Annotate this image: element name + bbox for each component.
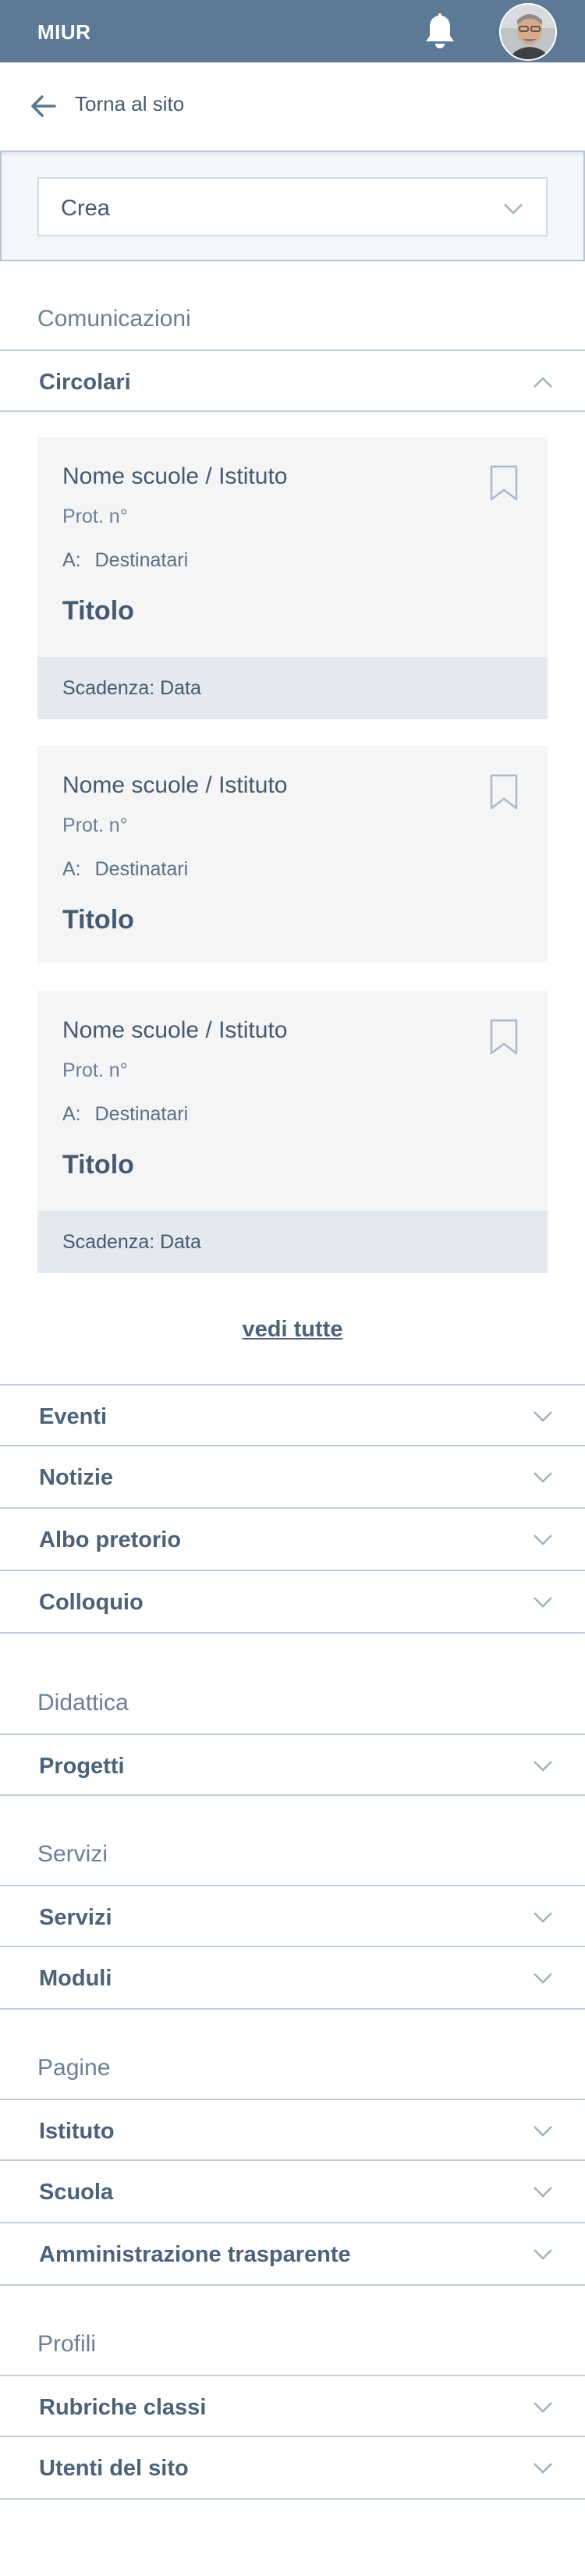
crea-select[interactable]: Crea — [37, 177, 548, 236]
vedi-tutte-link[interactable]: vedi tutte — [0, 1317, 585, 1343]
chevron-down-icon — [534, 2126, 552, 2137]
chevron-down-icon — [534, 2463, 552, 2474]
card-recipients: A: Destinatari — [62, 549, 188, 572]
bell-icon[interactable] — [421, 12, 459, 51]
section-pagine: Pagine — [37, 2055, 111, 2081]
crea-panel: Crea — [0, 151, 585, 261]
card-prot: Prot. n° — [62, 506, 128, 527]
accordion-label: Circolari — [39, 370, 131, 395]
card-recipients-prefix: A: — [62, 549, 81, 571]
card-recipients-prefix: A: — [62, 1103, 81, 1125]
section-servizi: Servizi — [37, 1841, 108, 1867]
chevron-down-icon — [504, 204, 523, 215]
accordion-label: Eventi — [39, 1404, 108, 1429]
card-deadline-label: Scadenza: Data — [62, 1231, 201, 1253]
back-label: Torna al sito — [75, 92, 185, 115]
brand-logo[interactable]: MIUR — [37, 20, 90, 44]
card-recipients-prefix: A: — [62, 858, 81, 880]
circolare-card[interactable]: Nome scuole / Istituto Prot. n° A: Destin… — [37, 437, 548, 719]
card-prot: Prot. n° — [62, 1059, 128, 1081]
chevron-down-icon — [534, 1597, 552, 1608]
card-deadline: Scadenza: Data — [37, 657, 548, 719]
accordion-utenti-del-sito[interactable]: Utenti del sito — [0, 2437, 585, 2500]
accordion-eventi[interactable]: Eventi — [0, 1384, 585, 1446]
back-to-site-link[interactable]: Torna al sito — [0, 73, 585, 136]
section-comunicazioni: Comunicazioni — [37, 306, 191, 332]
card-recipients: A: Destinatari — [62, 858, 188, 881]
chevron-down-icon — [534, 2249, 552, 2260]
accordion-colloquio[interactable]: Colloquio — [0, 1571, 585, 1634]
bookmark-icon[interactable] — [490, 774, 518, 810]
circolare-card[interactable]: Nome scuole / Istituto Prot. n° A: Destin… — [37, 991, 548, 1273]
card-prot: Prot. n° — [62, 814, 128, 836]
accordion-servizi[interactable]: Servizi — [0, 1885, 585, 1947]
card-recipients-value: Destinatari — [94, 858, 189, 880]
accordion-rubriche-classi[interactable]: Rubriche classi — [0, 2375, 585, 2437]
top-bar: MIUR — [0, 0, 585, 62]
accordion-label: Albo pretorio — [39, 1528, 182, 1552]
circolare-card[interactable]: Nome scuole / Istituto Prot. n° A: Destin… — [37, 746, 548, 963]
accordion-label: Moduli — [39, 1966, 112, 1991]
chevron-down-icon — [534, 1761, 552, 1772]
chevron-down-icon — [534, 2402, 552, 2413]
card-recipients-value: Destinatari — [94, 1103, 189, 1125]
card-school: Nome scuole / Istituto — [62, 463, 288, 489]
accordion-amministrazione-trasparente[interactable]: Amministrazione trasparente — [0, 2223, 585, 2286]
accordion-istituto[interactable]: Istituto — [0, 2099, 585, 2161]
chevron-down-icon — [534, 2187, 552, 2198]
accordion-label: Utenti del sito — [39, 2456, 189, 2481]
chevron-down-icon — [534, 1411, 552, 1422]
accordion-label: Amministrazione trasparente — [39, 2242, 351, 2267]
accordion-moduli[interactable]: Moduli — [0, 1947, 585, 2010]
chevron-down-icon — [534, 1472, 552, 1483]
accordion-notizie[interactable]: Notizie — [0, 1446, 585, 1509]
arrow-left-icon — [31, 95, 56, 117]
accordion-label: Istituto — [39, 2119, 115, 2144]
card-school: Nome scuole / Istituto — [62, 1017, 288, 1043]
card-recipients-value: Destinatari — [94, 549, 189, 571]
chevron-up-icon — [534, 377, 552, 388]
card-title: Titolo — [62, 1150, 134, 1180]
chevron-down-icon — [534, 1535, 552, 1545]
accordion-label: Scuola — [39, 2180, 114, 2205]
card-title: Titolo — [62, 596, 134, 626]
accordion-label: Progetti — [39, 1754, 125, 1779]
card-title: Titolo — [62, 905, 134, 935]
section-didattica: Didattica — [37, 1690, 129, 1716]
crea-label: Crea — [61, 196, 110, 221]
accordion-label: Notizie — [39, 1465, 114, 1490]
accordion-scuola[interactable]: Scuola — [0, 2161, 585, 2223]
accordion-albo-pretorio[interactable]: Albo pretorio — [0, 1509, 585, 1571]
section-profili: Profili — [37, 2331, 97, 2357]
accordion-progetti[interactable]: Progetti — [0, 1733, 585, 1796]
accordion-label: Servizi — [39, 1905, 112, 1930]
card-deadline-label: Scadenza: Data — [62, 677, 201, 699]
bookmark-icon[interactable] — [490, 1019, 518, 1055]
accordion-label: Rubriche classi — [39, 2395, 207, 2420]
chevron-down-icon — [534, 1973, 552, 1984]
chevron-down-icon — [534, 1912, 552, 1923]
accordion-circolari[interactable]: Circolari — [0, 349, 585, 412]
user-avatar[interactable] — [499, 3, 557, 61]
card-school: Nome scuole / Istituto — [62, 772, 288, 798]
bookmark-icon[interactable] — [490, 465, 518, 501]
card-recipients: A: Destinatari — [62, 1103, 188, 1126]
accordion-label: Colloquio — [39, 1590, 144, 1615]
card-deadline: Scadenza: Data — [37, 1211, 548, 1273]
